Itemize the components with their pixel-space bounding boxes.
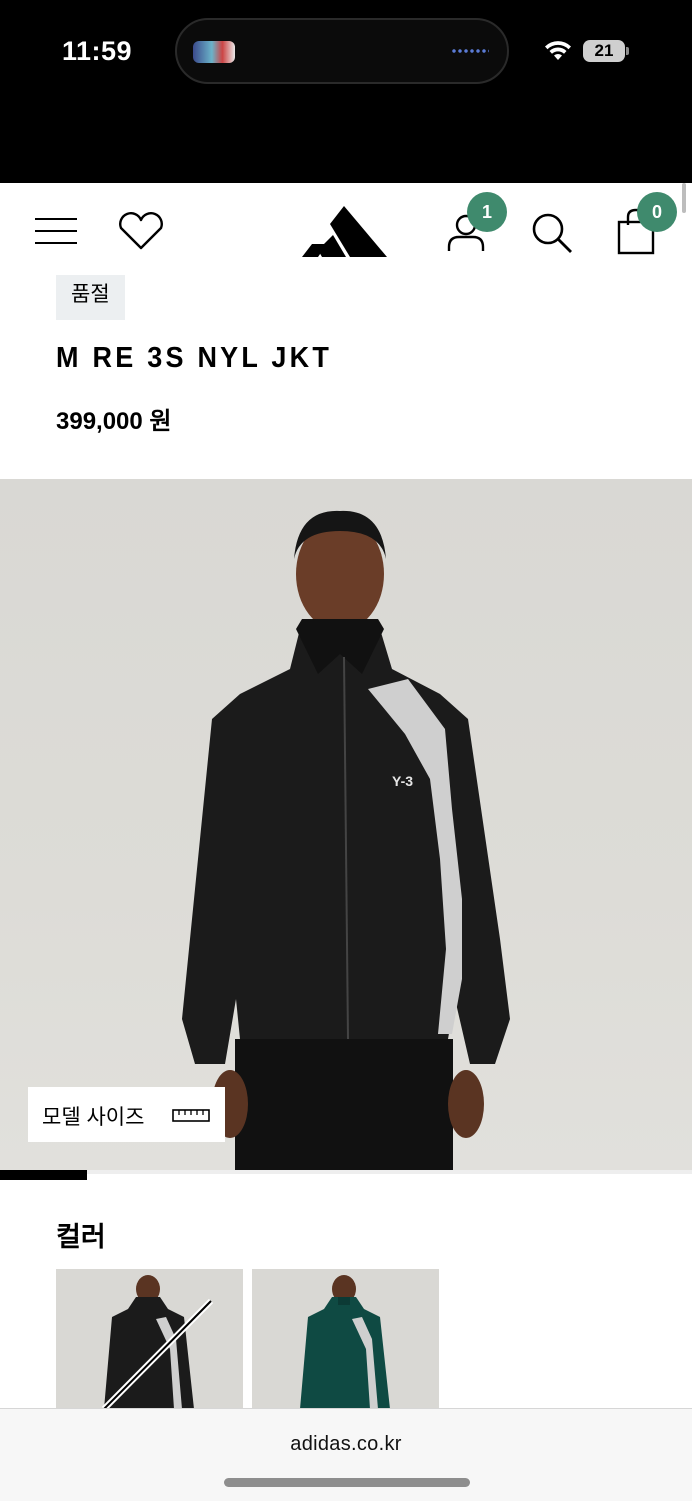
- dynamic-island: [175, 18, 509, 84]
- gallery-progress: [0, 1170, 692, 1180]
- color-swatch-black[interactable]: [56, 1269, 243, 1409]
- menu-icon[interactable]: [35, 218, 77, 244]
- jacket-logo: Y-3: [392, 773, 414, 789]
- cart-count-badge: 0: [637, 192, 677, 232]
- swatch-green-image: [300, 1275, 390, 1409]
- swatch-black-image: [101, 1275, 214, 1409]
- ruler-icon: [172, 1109, 210, 1122]
- search-icon[interactable]: [529, 211, 575, 255]
- color-heading: 컬러: [56, 1222, 106, 1252]
- status-time: 11:59: [62, 36, 133, 66]
- wishlist-heart-icon[interactable]: [116, 212, 166, 252]
- url-bar[interactable]: adidas.co.kr: [0, 1433, 692, 1456]
- battery-tip: [626, 47, 629, 55]
- browser-bar: adidas.co.kr: [0, 1408, 692, 1501]
- product-title: M RE 3S NYL JKT: [56, 342, 333, 374]
- color-swatch-dark-green[interactable]: [252, 1269, 439, 1409]
- page-scroll-indicator: [682, 183, 686, 213]
- account-badge: 1: [467, 192, 507, 232]
- adidas-logo[interactable]: [302, 203, 390, 259]
- model-size-button[interactable]: 모델 사이즈: [28, 1087, 225, 1142]
- product-price: 399,000 원: [56, 408, 172, 435]
- status-bar: 11:59 21: [0, 0, 692, 183]
- model-photo: [182, 510, 510, 1170]
- site-header: 1 0: [0, 183, 692, 283]
- model-size-label: 모델 사이즈: [42, 1106, 145, 1129]
- battery-icon: 21: [583, 40, 625, 62]
- gallery-progress-fill: [0, 1170, 87, 1180]
- product-image[interactable]: Y-3: [0, 479, 692, 1170]
- now-playing-thumbnail: [193, 41, 235, 63]
- audio-wave-icon: [451, 48, 489, 54]
- home-indicator[interactable]: [224, 1478, 470, 1487]
- soldout-badge: 품절: [56, 275, 125, 320]
- wifi-icon: [545, 41, 571, 60]
